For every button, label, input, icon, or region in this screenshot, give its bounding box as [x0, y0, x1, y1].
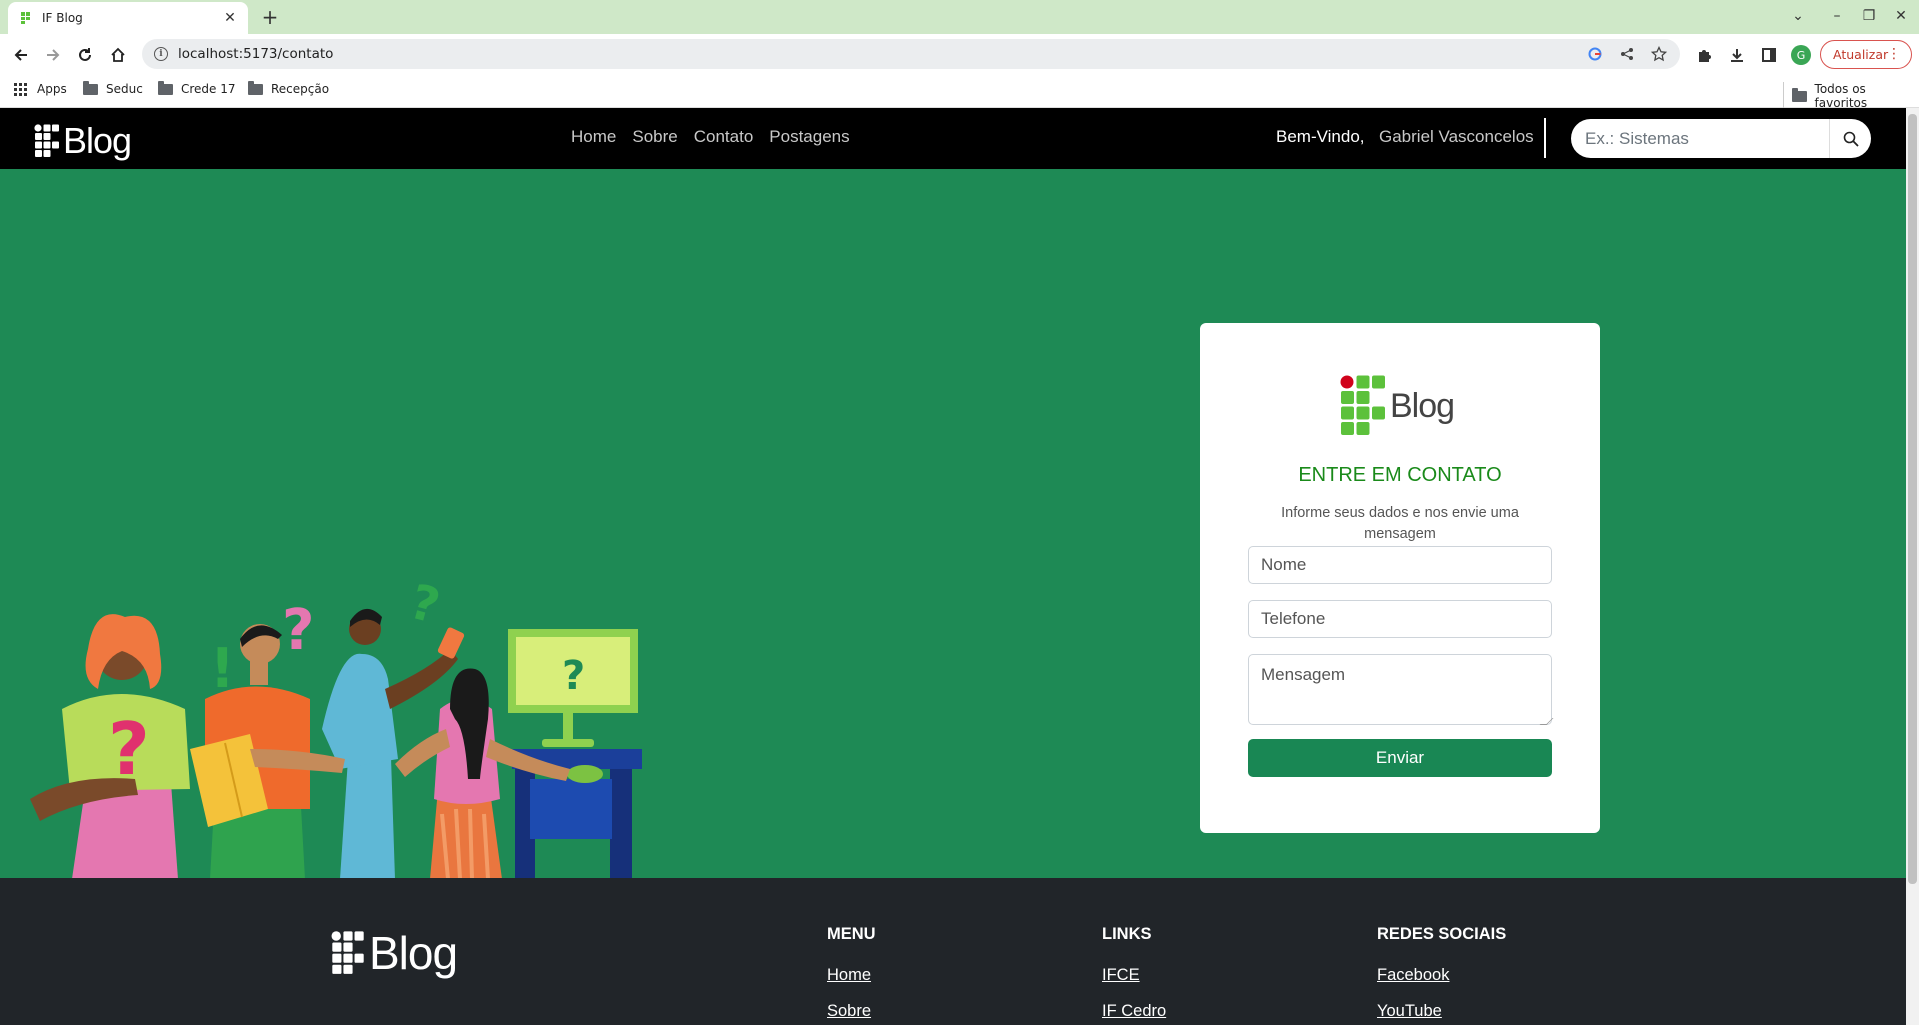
bookmark-label: Apps [37, 82, 67, 96]
bookmarks-bar: Apps Seduc Crede 17 Recepção Todos os fa… [0, 75, 1919, 110]
search-form [1571, 119, 1871, 158]
search-button[interactable] [1829, 119, 1871, 158]
restore-icon[interactable]: ❐ [1858, 6, 1880, 26]
search-icon [1843, 131, 1859, 147]
bookmark-seduc[interactable]: Seduc [83, 80, 143, 96]
footer-link-sobre[interactable]: Sobre [827, 1002, 876, 1021]
tab-title: IF Blog [42, 11, 83, 25]
apps-grid-icon [14, 82, 27, 96]
svg-text:?: ? [562, 653, 585, 699]
footer-col-title: LINKS [1102, 925, 1152, 943]
footer-link-home[interactable]: Home [827, 966, 876, 985]
bookmark-label: Recepção [271, 82, 330, 96]
main-nav: Home Sobre Contato Postagens [571, 127, 850, 147]
bookmark-star-icon[interactable] [1650, 45, 1668, 63]
side-panel-icon[interactable] [1759, 45, 1779, 65]
minimize-icon[interactable]: – [1826, 6, 1848, 26]
download-icon[interactable] [1727, 45, 1747, 65]
contact-card: Blog ENTRE EM CONTATO Informe seus dados… [1200, 323, 1600, 833]
address-bar[interactable]: i localhost:5173/contato [142, 39, 1680, 69]
profile-avatar[interactable]: G [1791, 45, 1811, 65]
footer-link-facebook[interactable]: Facebook [1377, 966, 1506, 985]
site-navbar: Blog Home Sobre Contato Postagens Bem-Vi… [0, 108, 1906, 169]
folder-icon [83, 80, 98, 95]
contact-title: ENTRE EM CONTATO [1298, 464, 1502, 486]
card-logo: Blog [1340, 375, 1455, 437]
svg-text:!: ! [210, 637, 235, 700]
bookmark-label: Seduc [106, 82, 143, 96]
page-viewport: Blog Home Sobre Contato Postagens Bem-Vi… [0, 108, 1906, 1025]
footer-col-links: LINKS IFCE IF Cedro [1102, 925, 1166, 1025]
scrollbar-thumb[interactable] [1908, 114, 1917, 884]
if-logo-icon [34, 124, 59, 157]
reload-icon[interactable] [74, 44, 96, 66]
extensions-puzzle-icon[interactable] [1694, 45, 1714, 65]
send-button[interactable]: Enviar [1248, 739, 1552, 777]
nav-link-home[interactable]: Home [571, 127, 616, 147]
svg-text:?: ? [404, 574, 445, 635]
footer-col-title: MENU [827, 925, 876, 943]
share-icon[interactable] [1618, 45, 1636, 63]
page-scrollbar[interactable] [1906, 108, 1919, 1025]
footer-col-menu: MENU Home Sobre [827, 925, 876, 1025]
update-button-label: Atualizar [1833, 47, 1889, 62]
forward-arrow-icon[interactable] [42, 44, 64, 66]
bookmark-apps[interactable]: Apps [14, 82, 67, 96]
if-favicon-icon [21, 12, 30, 24]
welcome-text: Bem-Vindo, [1276, 127, 1365, 146]
nav-link-postagens[interactable]: Postagens [769, 127, 849, 147]
folder-icon [248, 80, 263, 95]
footer-logo-text: Blog [369, 927, 458, 979]
folder-icon [1792, 87, 1807, 102]
navbar-divider [1544, 118, 1546, 158]
user-name-link[interactable]: Gabriel Vasconcelos [1379, 127, 1534, 147]
navbar-brand[interactable]: Blog [34, 120, 132, 162]
back-arrow-icon[interactable] [10, 44, 32, 66]
if-logo-icon [1340, 375, 1385, 435]
footer-col-social: REDES SOCIAIS Facebook YouTube [1377, 925, 1506, 1025]
browser-tab[interactable]: IF Blog ✕ [8, 2, 248, 34]
bookmark-crede-17[interactable]: Crede 17 [158, 80, 236, 96]
close-window-icon[interactable]: ✕ [1890, 6, 1912, 26]
search-input[interactable] [1571, 119, 1829, 158]
svg-text:?: ? [108, 707, 150, 791]
all-bookmarks-label: Todos os favoritos [1814, 82, 1868, 110]
tab-close-icon[interactable]: ✕ [222, 10, 238, 26]
site-info-icon[interactable]: i [154, 47, 168, 61]
name-field[interactable] [1248, 546, 1552, 584]
google-lens-icon[interactable] [1586, 45, 1604, 63]
brand-text: Blog [63, 120, 132, 161]
tab-search-chevron-icon[interactable]: ⌄ [1787, 6, 1809, 26]
home-icon[interactable] [107, 44, 129, 66]
people-question-illustration: ? ? ! ? ? [30, 574, 642, 878]
folder-icon [158, 80, 173, 95]
update-button[interactable]: Atualizar ⋮ [1820, 40, 1912, 69]
menu-kebab-icon[interactable]: ⋮ [1887, 47, 1901, 61]
footer-link-youtube[interactable]: YouTube [1377, 1002, 1506, 1021]
footer-col-title: REDES SOCIAIS [1377, 925, 1507, 943]
site-footer: Blog MENU Home Sobre LINKS IFCE IF Cedro… [0, 878, 1906, 1025]
contact-hero: ? ? ! ? ? Blog ENTRE EM CONTATO Informe … [0, 169, 1906, 878]
nav-link-sobre[interactable]: Sobre [632, 127, 677, 147]
new-tab-plus-icon[interactable]: + [258, 5, 282, 29]
bookmark-recepcao[interactable]: Recepção [248, 80, 330, 96]
card-logo-text: Blog [1390, 386, 1455, 425]
footer-link-if-cedro[interactable]: IF Cedro [1102, 1002, 1166, 1021]
browser-tab-strip: IF Blog ✕ + ⌄ – ❐ ✕ [0, 0, 1919, 34]
if-logo-icon [331, 931, 364, 974]
contact-subtitle: Informe seus dados e nos envie uma mensa… [1281, 505, 1519, 542]
message-field[interactable] [1248, 654, 1552, 725]
browser-toolbar: i localhost:5173/contato G Atualizar ⋮ [0, 34, 1919, 75]
phone-field[interactable] [1248, 600, 1552, 638]
footer-logo: Blog [331, 926, 458, 980]
url-text: localhost:5173/contato [178, 46, 334, 62]
footer-link-ifce[interactable]: IFCE [1102, 966, 1166, 985]
all-bookmarks[interactable]: Todos os favoritos [1783, 82, 1919, 110]
nav-link-contato[interactable]: Contato [694, 127, 754, 147]
bookmark-label: Crede 17 [181, 82, 236, 96]
svg-text:?: ? [282, 598, 314, 663]
